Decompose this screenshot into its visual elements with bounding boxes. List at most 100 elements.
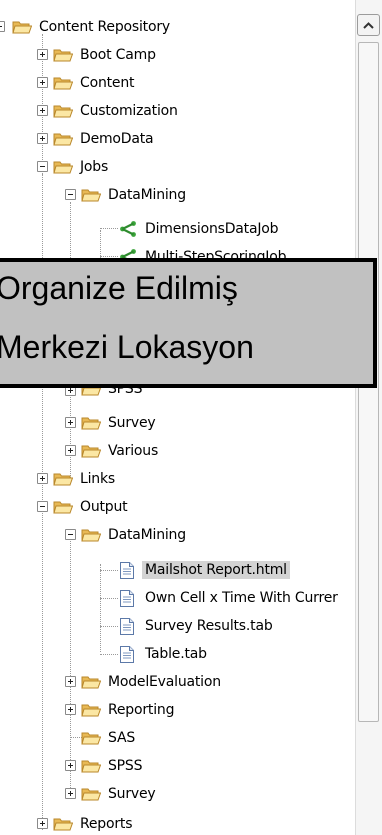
folder-icon bbox=[53, 471, 73, 487]
tree-item-label: DataMining bbox=[108, 527, 186, 543]
expand-toggle-icon[interactable] bbox=[65, 676, 76, 687]
tree-item-label: Output bbox=[80, 499, 128, 515]
folder-icon bbox=[53, 159, 73, 175]
tree-item-label: Content bbox=[80, 75, 135, 91]
tree-item-label: SAS bbox=[108, 730, 136, 746]
caption-line-2: Merkezi Lokasyon bbox=[0, 329, 254, 365]
collapse-toggle-icon[interactable] bbox=[65, 529, 76, 540]
expand-toggle-icon[interactable] bbox=[37, 818, 48, 829]
tree-item-output[interactable]: Output bbox=[53, 493, 130, 521]
tree-item-links[interactable]: Links bbox=[53, 465, 118, 493]
tree-item-label: Mailshot Report.html bbox=[142, 561, 290, 579]
tree-item-jobs-survey[interactable]: Survey bbox=[81, 409, 159, 437]
tree-item-label: Boot Camp bbox=[80, 47, 156, 63]
tree-item-jobs-datamining[interactable]: DataMining bbox=[81, 181, 189, 209]
tree-item-jobs-various[interactable]: Various bbox=[81, 437, 161, 465]
tree-item-label: Various bbox=[108, 443, 159, 459]
tree-item-content[interactable]: Content bbox=[53, 69, 137, 97]
folder-icon bbox=[81, 758, 101, 774]
tree-item-model-evaluation[interactable]: ModelEvaluation bbox=[81, 668, 224, 696]
tree-guide-line bbox=[100, 626, 118, 627]
file-icon bbox=[120, 590, 134, 607]
tree-item-own-cell[interactable]: Own Cell x Time With Currer bbox=[118, 584, 341, 612]
expand-toggle-icon[interactable] bbox=[37, 133, 48, 144]
tree-item-label: Survey bbox=[108, 786, 156, 802]
tree-item-table-tab[interactable]: Table.tab bbox=[118, 640, 210, 668]
expand-toggle-icon[interactable] bbox=[37, 473, 48, 484]
folder-icon bbox=[53, 47, 73, 63]
caption-line-1: Organize Edilmiş bbox=[0, 270, 238, 306]
tree-guide-line bbox=[100, 256, 118, 257]
tree-item-label: Content Repository bbox=[39, 19, 170, 35]
expand-toggle-icon[interactable] bbox=[37, 105, 48, 116]
folder-icon bbox=[81, 187, 101, 203]
tree-guide-line bbox=[100, 228, 118, 229]
chevron-up-icon bbox=[363, 21, 374, 29]
tree-item-label: Own Cell x Time With Currer bbox=[145, 590, 338, 606]
vertical-scrollbar[interactable] bbox=[355, 0, 382, 835]
tree-item-output-spss[interactable]: SPSS bbox=[81, 752, 145, 780]
folder-icon bbox=[53, 103, 73, 119]
expand-toggle-icon[interactable] bbox=[65, 417, 76, 428]
expand-toggle-icon[interactable] bbox=[65, 788, 76, 799]
tree-item-jobs[interactable]: Jobs bbox=[53, 153, 111, 181]
tree-guide-line bbox=[70, 536, 71, 796]
tree-item-label: DimensionsDataJob bbox=[145, 221, 279, 237]
tree-item-mailshot-report[interactable]: Mailshot Report.html bbox=[118, 556, 290, 584]
job-icon bbox=[119, 220, 137, 238]
tree-item-sas[interactable]: SAS bbox=[81, 724, 138, 752]
tree-item-label: Table.tab bbox=[145, 646, 207, 662]
file-icon bbox=[120, 562, 134, 579]
folder-icon bbox=[81, 443, 101, 459]
tree-item-boot-camp[interactable]: Boot Camp bbox=[53, 41, 159, 69]
tree-guide-line bbox=[100, 598, 118, 599]
collapse-toggle-icon[interactable] bbox=[37, 501, 48, 512]
folder-icon bbox=[53, 499, 73, 515]
repository-tree: Content Repository Boot Camp Content Cus… bbox=[0, 0, 354, 835]
tree-item-survey-results[interactable]: Survey Results.tab bbox=[118, 612, 276, 640]
tree-guide-line bbox=[100, 570, 118, 571]
collapse-toggle-icon[interactable] bbox=[37, 161, 48, 172]
tree-guide-line bbox=[100, 564, 101, 652]
tree-item-label: Survey Results.tab bbox=[145, 618, 273, 634]
tree-item-label: DataMining bbox=[108, 187, 186, 203]
caption-overlay: Organize Edilmiş Merkezi Lokasyon bbox=[0, 258, 377, 388]
folder-icon bbox=[81, 702, 101, 718]
tree-item-label: Jobs bbox=[80, 159, 109, 175]
folder-icon bbox=[53, 75, 73, 91]
tree-item-content-repository[interactable]: Content Repository bbox=[12, 13, 173, 41]
tree-item-label: SPSS bbox=[108, 758, 143, 774]
file-icon bbox=[120, 618, 134, 635]
expand-toggle-icon[interactable] bbox=[65, 445, 76, 456]
tree-item-label: Reporting bbox=[108, 702, 175, 718]
tree-item-label: DemoData bbox=[80, 131, 154, 147]
tree-item-reports[interactable]: Reports bbox=[53, 810, 135, 835]
file-icon bbox=[120, 646, 134, 663]
tree-item-label: Survey bbox=[108, 415, 156, 431]
collapse-toggle-icon[interactable] bbox=[0, 21, 5, 32]
tree-item-label: Customization bbox=[80, 103, 178, 119]
expand-toggle-icon[interactable] bbox=[65, 704, 76, 715]
tree-guide-line bbox=[100, 230, 101, 258]
tree-item-label: ModelEvaluation bbox=[108, 674, 221, 690]
tree-item-dimensions-data-job[interactable]: DimensionsDataJob bbox=[119, 215, 281, 243]
expand-toggle-icon[interactable] bbox=[37, 49, 48, 60]
expand-toggle-icon[interactable] bbox=[65, 760, 76, 771]
tree-item-customization[interactable]: Customization bbox=[53, 97, 181, 125]
folder-icon bbox=[81, 527, 101, 543]
tree-item-demodata[interactable]: DemoData bbox=[53, 125, 156, 153]
collapse-toggle-icon[interactable] bbox=[65, 189, 76, 200]
tree-item-label: Reports bbox=[80, 816, 133, 832]
tree-item-reporting[interactable]: Reporting bbox=[81, 696, 177, 724]
tree-item-output-datamining[interactable]: DataMining bbox=[81, 521, 189, 549]
tree-item-output-survey[interactable]: Survey bbox=[81, 780, 159, 808]
folder-icon bbox=[53, 816, 73, 832]
folder-icon bbox=[81, 730, 101, 746]
scroll-up-button[interactable] bbox=[357, 14, 380, 36]
expand-toggle-icon[interactable] bbox=[37, 77, 48, 88]
folder-icon bbox=[81, 674, 101, 690]
folder-icon bbox=[53, 131, 73, 147]
tree-guide-line bbox=[100, 654, 118, 655]
folder-icon bbox=[81, 786, 101, 802]
folder-icon bbox=[12, 19, 32, 35]
